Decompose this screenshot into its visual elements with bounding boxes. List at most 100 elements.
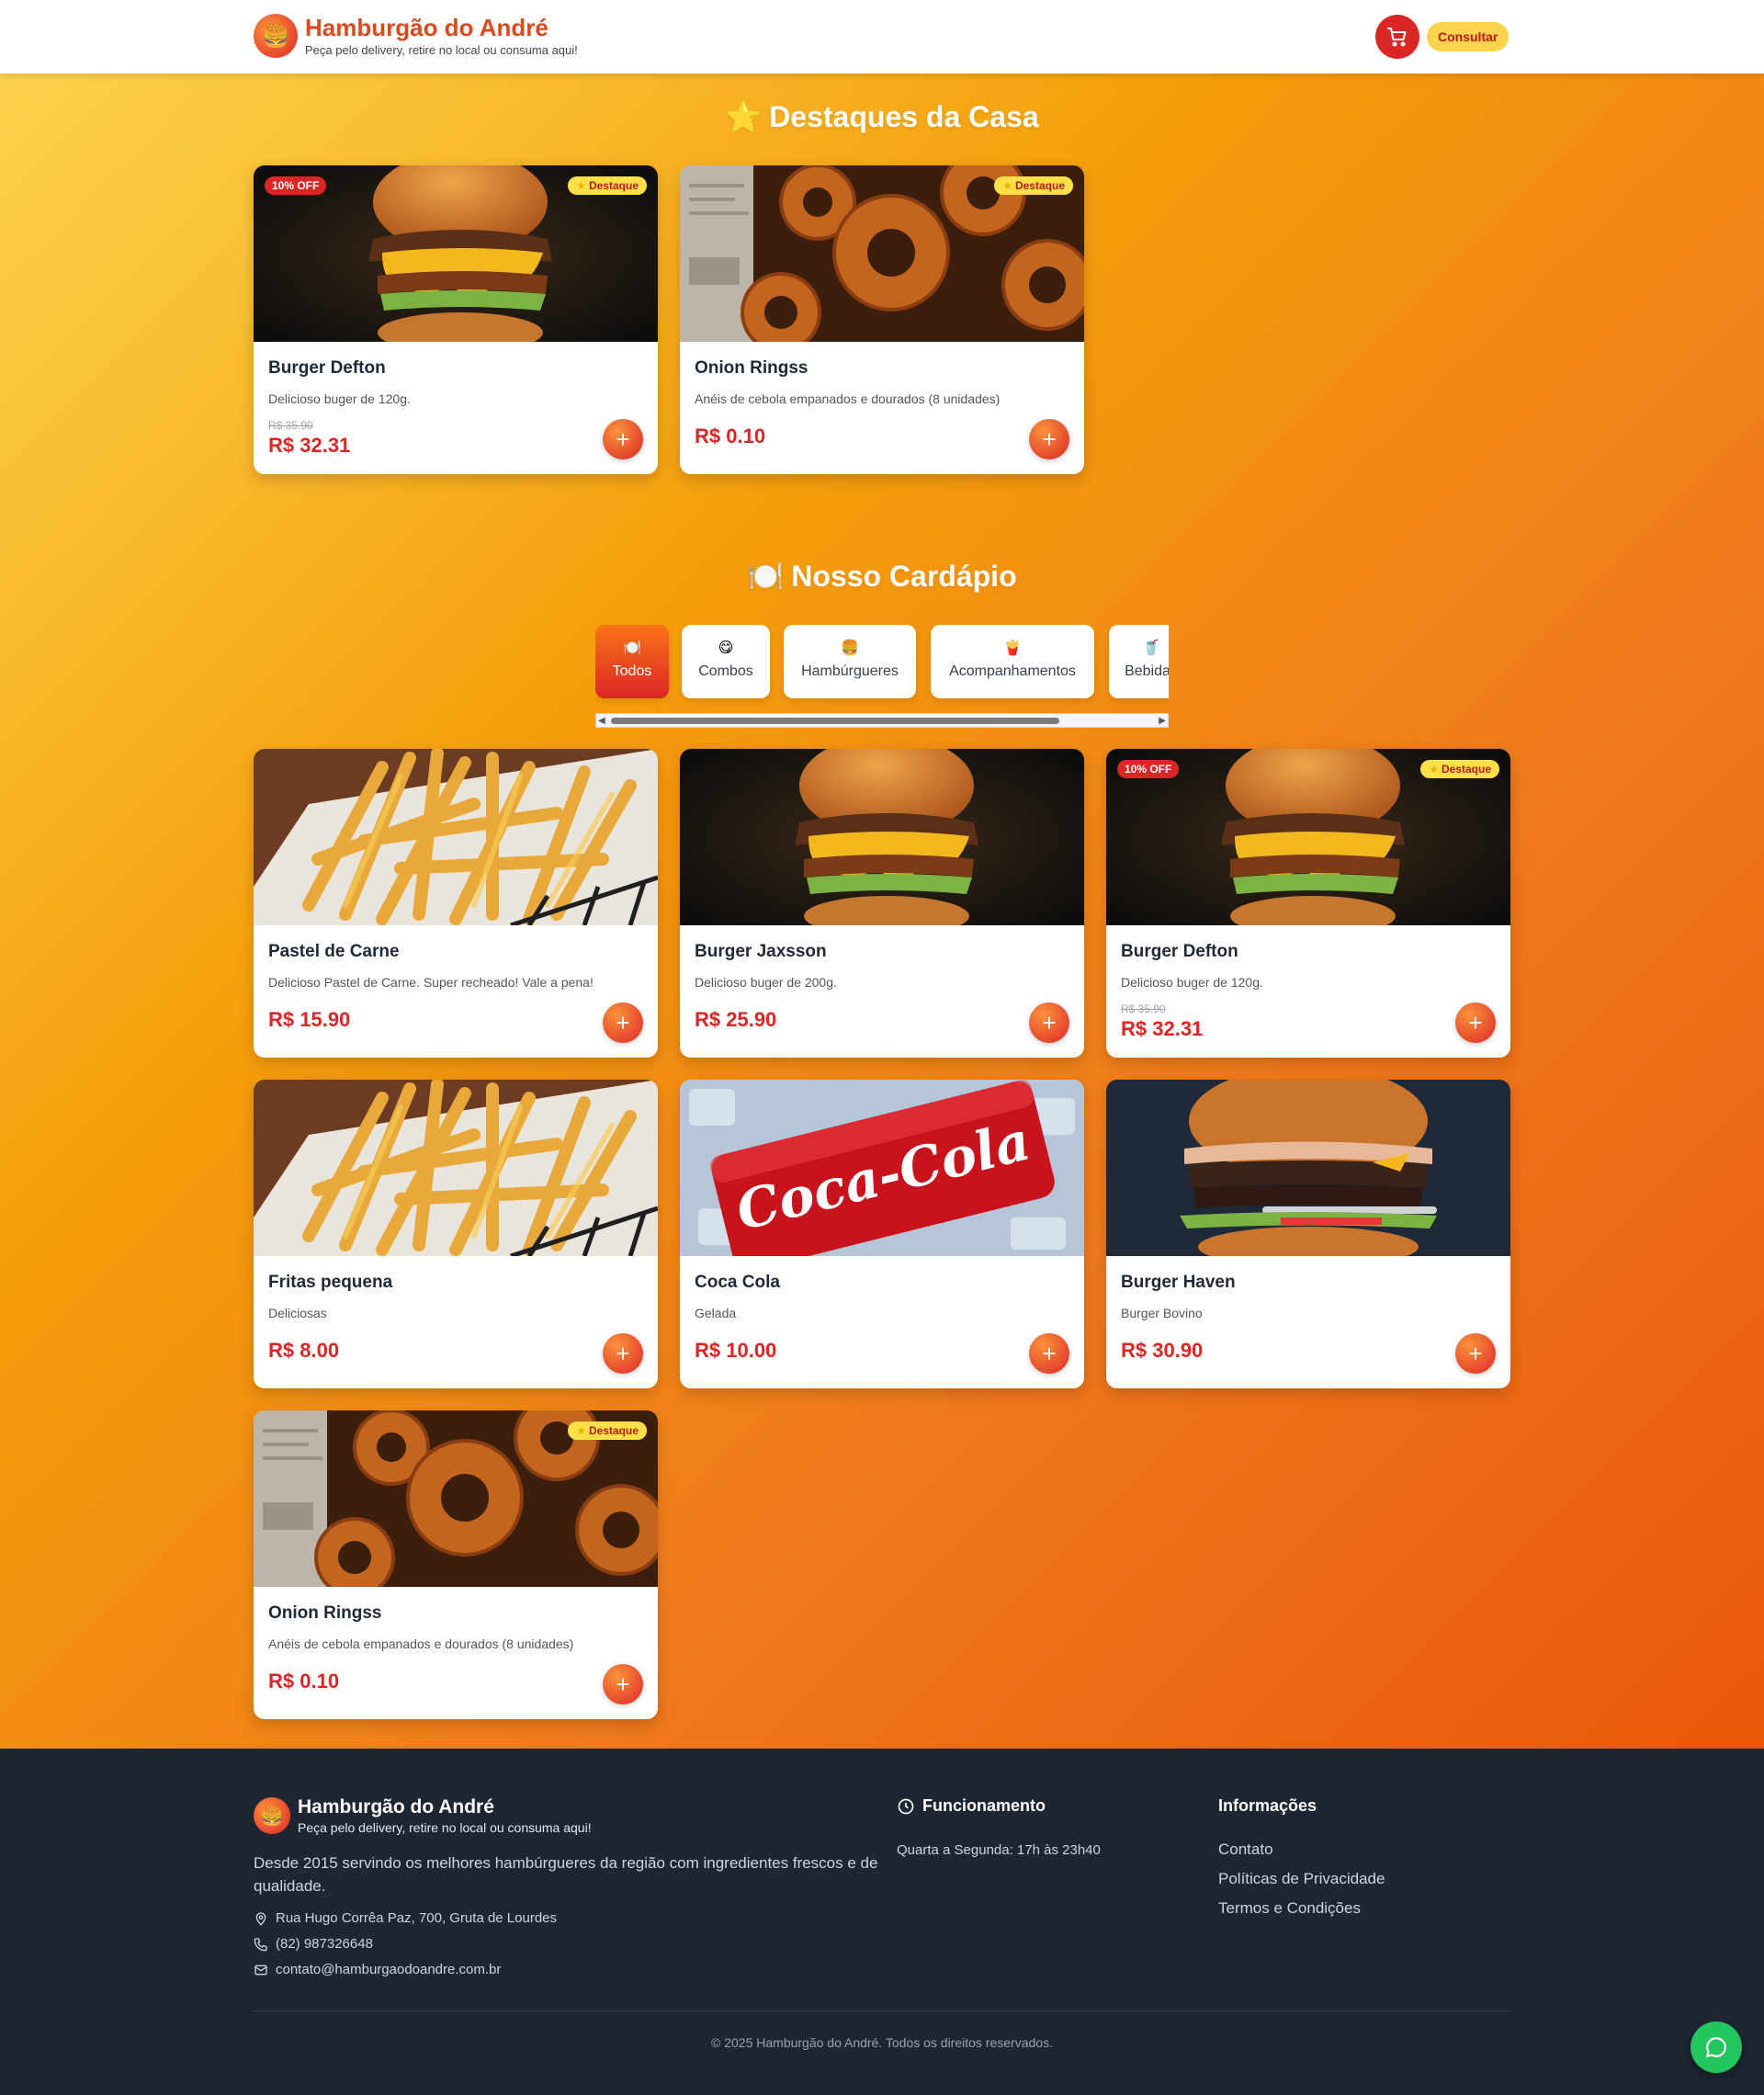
product-card[interactable]: ★ Destaque Onion Ringss Anéis de cebola emp… — [680, 165, 1084, 474]
product-name: Coca Cola — [695, 1273, 780, 1292]
scroll-right-arrow-icon[interactable]: ▶ — [1159, 716, 1166, 727]
tab-combos[interactable]: 😋 Combos — [682, 625, 770, 698]
product-card[interactable]: Burger Haven Burger Bovino R$ 30.90 + — [1106, 1080, 1510, 1388]
product-name: Onion Ringss — [268, 1603, 382, 1623]
scroll-left-arrow-icon[interactable]: ◀ — [598, 716, 605, 727]
category-tabs: 🍽️ Todos 😋 Combos 🍔 Hambúrgueres 🍟 Acomp… — [595, 625, 1169, 713]
product-card[interactable]: Pastel de Carne Delicioso Pastel de Carne… — [254, 749, 658, 1058]
footer-phone[interactable]: (82) 987326648 — [254, 1936, 373, 1952]
logo-icon: 🍔 — [254, 1797, 290, 1834]
consult-button[interactable]: Consultar — [1427, 22, 1510, 51]
product-name: Fritas pequena — [268, 1273, 393, 1292]
scroll-thumb[interactable] — [611, 718, 1059, 724]
info-title: Informações — [1218, 1796, 1317, 1815]
product-description: Delicioso buger de 200g. — [695, 975, 837, 990]
product-name: Pastel de Carne — [268, 942, 400, 961]
plus-icon: + — [1468, 1009, 1483, 1036]
tab-hamburgueres[interactable]: 🍔 Hambúrgueres — [784, 625, 916, 698]
product-description: Deliciosas — [268, 1306, 327, 1320]
star-icon: ★ — [1002, 179, 1012, 192]
add-to-cart-button[interactable]: + — [603, 419, 643, 459]
product-description: Burger Bovino — [1121, 1306, 1203, 1320]
discount-badge: 10% OFF — [1117, 760, 1180, 778]
product-image: 10% OFF ★ Destaque — [254, 165, 658, 342]
add-to-cart-button[interactable]: + — [1029, 419, 1069, 459]
add-to-cart-button[interactable]: + — [1029, 1333, 1069, 1374]
product-description: Anéis de cebola empanados e dourados (8 … — [695, 391, 1001, 406]
product-description: Delicioso Pastel de Carne. Super rechead… — [268, 975, 594, 990]
map-pin-icon — [255, 1911, 266, 1926]
product-card[interactable]: Burger Jaxsson Delicioso buger de 200g. R$… — [680, 749, 1084, 1058]
discount-badge: 10% OFF — [265, 176, 327, 195]
product-description: Delicioso buger de 120g. — [1121, 975, 1263, 990]
main-content: ⭐ Destaques da Casa 10% OFF ★ Destaque Burge… — [0, 74, 1764, 1749]
product-price: R$ 25.90 — [695, 1008, 777, 1031]
plus-icon: + — [616, 1340, 630, 1367]
product-name: Burger Defton — [1121, 942, 1238, 961]
star-icon: ★ — [576, 179, 586, 192]
product-price: R$ 15.90 — [268, 1008, 351, 1031]
cart-icon — [1387, 28, 1407, 47]
add-to-cart-button[interactable]: + — [1455, 1333, 1496, 1374]
product-name: Burger Jaxsson — [695, 942, 827, 961]
product-card[interactable]: 10% OFF ★ Destaque Burger Defton Delicioso b… — [254, 165, 658, 474]
footer-address: Rua Hugo Corrêa Paz, 700, Gruta de Lourd… — [254, 1910, 557, 1926]
burger-icon: 🍔 — [841, 640, 859, 656]
product-price: R$ 32.31 — [268, 434, 351, 457]
brand[interactable]: 🍔 Hamburgão do André Peça pelo delivery,… — [254, 14, 578, 58]
add-to-cart-button[interactable]: + — [603, 1333, 643, 1374]
footer-email[interactable]: contato@hamburgaodoandre.com.br — [254, 1962, 501, 1977]
product-description: Delicioso buger de 120g. — [268, 391, 411, 406]
add-to-cart-button[interactable]: + — [1029, 1002, 1069, 1043]
product-image: Coca-Cola — [680, 1080, 1084, 1256]
plus-icon: + — [1042, 425, 1057, 453]
clock-icon — [898, 1798, 914, 1814]
hours-text: Quarta a Segunda: 17h às 23h40 — [897, 1842, 1101, 1858]
product-card[interactable]: Fritas pequena Deliciosas R$ 8.00 + — [254, 1080, 658, 1388]
add-to-cart-button[interactable]: + — [603, 1002, 643, 1043]
cart-button[interactable] — [1375, 15, 1419, 59]
footer-divider — [254, 2010, 1510, 2011]
product-card[interactable]: 10% OFF ★ Destaque Burger Defton Delicioso b… — [1106, 749, 1510, 1058]
add-to-cart-button[interactable]: + — [603, 1664, 643, 1704]
copyright: © 2025 Hamburgão do André. Todos os dire… — [711, 2035, 1053, 2050]
tab-bebidas[interactable]: 🥤 Bebidas — [1109, 625, 1169, 698]
hours-title: Funcionamento — [897, 1796, 1046, 1816]
chat-button[interactable] — [1690, 2021, 1742, 2073]
plus-icon: + — [1042, 1009, 1057, 1036]
footer-brand: 🍔 Hamburgão do André Peça pelo delivery,… — [254, 1796, 592, 1835]
fries-icon: 🍟 — [1003, 640, 1022, 656]
footer-link-privacidade[interactable]: Políticas de Privacidade — [1218, 1870, 1385, 1888]
product-card[interactable]: Coca-Cola Coca Cola Gelada R$ 10.00 + — [680, 1080, 1084, 1388]
product-description: Anéis de cebola empanados e dourados (8 … — [268, 1636, 574, 1651]
tab-todos[interactable]: 🍽️ Todos — [595, 625, 669, 698]
product-description: Gelada — [695, 1306, 737, 1320]
site-header: 🍔 Hamburgão do André Peça pelo delivery,… — [0, 0, 1764, 74]
product-price: R$ 10.00 — [695, 1339, 777, 1362]
product-name: Burger Defton — [268, 358, 386, 378]
featured-badge: ★ Destaque — [568, 176, 647, 195]
footer-brand-name: Hamburgão do André — [298, 1796, 494, 1818]
phone-icon — [254, 1937, 267, 1951]
featured-badge: ★ Destaque — [568, 1421, 647, 1440]
footer-link-contato[interactable]: Contato — [1218, 1840, 1273, 1859]
footer-brand-tagline: Peça pelo delivery, retire no local ou c… — [298, 1820, 592, 1835]
plate-icon: 🍽️ — [747, 560, 785, 593]
brand-name: Hamburgão do André — [305, 14, 548, 41]
product-image: 10% OFF ★ Destaque — [1106, 749, 1510, 925]
tab-acompanhamentos[interactable]: 🍟 Acompanhamentos — [931, 625, 1094, 698]
product-image — [254, 1080, 658, 1256]
logo-icon: 🍔 — [254, 14, 298, 58]
drink-icon: 🥤 — [1142, 640, 1160, 656]
product-price: R$ 30.90 — [1121, 1339, 1204, 1362]
old-price: R$ 35.90 — [268, 419, 313, 432]
add-to-cart-button[interactable]: + — [1455, 1002, 1496, 1043]
plus-icon: + — [1468, 1340, 1483, 1367]
product-name: Onion Ringss — [695, 358, 808, 378]
footer-link-termos[interactable]: Termos e Condições — [1218, 1899, 1361, 1918]
tabs-scrollbar[interactable]: ◀ ▶ — [595, 713, 1169, 728]
product-card[interactable]: ★ Destaque Onion Ringss Anéis de cebola emp… — [254, 1410, 658, 1719]
product-price: R$ 0.10 — [695, 425, 766, 447]
brand-tagline: Peça pelo delivery, retire no local ou c… — [305, 43, 578, 57]
plus-icon: + — [616, 1670, 630, 1698]
